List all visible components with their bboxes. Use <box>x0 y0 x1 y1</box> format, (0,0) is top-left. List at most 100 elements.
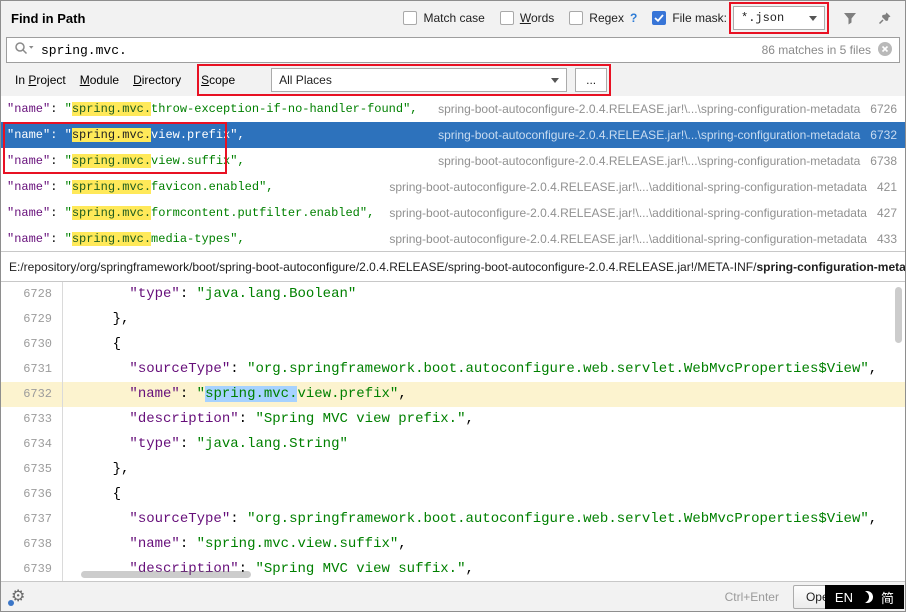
line-number: 6732 <box>1 382 63 407</box>
line-number: 6735 <box>1 457 63 482</box>
code-text: "name": "spring.mvc.view.prefix", <box>79 382 407 407</box>
dialog-header: Find in Path Match case Words Regex ? Fi… <box>1 1 905 35</box>
line-number: 6737 <box>1 507 63 532</box>
page-title: Find in Path <box>11 11 85 26</box>
scope-select[interactable]: All Places <box>271 68 567 92</box>
scope-browse-button[interactable]: ... <box>575 68 607 92</box>
result-location: spring-boot-autoconfigure-2.0.4.RELEASE.… <box>389 180 897 194</box>
result-file-path: spring-boot-autoconfigure-2.0.4.RELEASE.… <box>389 206 867 220</box>
code-text: { <box>79 482 121 507</box>
line-number: 6728 <box>1 282 63 307</box>
result-match-text: "name": "spring.mvc.favicon.enabled", <box>7 180 273 194</box>
pin-icon[interactable] <box>875 8 895 28</box>
result-file-path: spring-boot-autoconfigure-2.0.4.RELEASE.… <box>438 128 860 142</box>
code-text: }, <box>79 457 129 482</box>
scope-in-project[interactable]: In Project <box>15 73 66 87</box>
find-in-path-dialog: Find in Path Match case Words Regex ? Fi… <box>0 0 906 612</box>
match-case-option[interactable]: Match case <box>403 11 484 25</box>
filter-icon[interactable] <box>840 8 860 28</box>
result-row[interactable]: "name": "spring.mvc.throw-exception-if-n… <box>1 96 905 122</box>
editor-line: 6737 "sourceType": "org.springframework.… <box>1 507 905 532</box>
result-location: spring-boot-autoconfigure-2.0.4.RELEASE.… <box>389 206 897 220</box>
words-option[interactable]: Words <box>500 11 554 25</box>
line-number: 6738 <box>1 532 63 557</box>
code-text: "sourceType": "org.springframework.boot.… <box>79 507 877 532</box>
editor-line: 6738 "name": "spring.mvc.view.suffix", <box>1 532 905 557</box>
scope-module[interactable]: Module <box>80 73 119 87</box>
clear-search-icon[interactable] <box>878 42 892 59</box>
file-mask-value: *.json <box>741 11 802 25</box>
code-text: "description": "Spring MVC view prefix."… <box>79 407 474 432</box>
result-line-number: 6732 <box>870 128 897 142</box>
editor-line: 6736 { <box>1 482 905 507</box>
open-shortcut-hint: Ctrl+Enter <box>725 590 779 604</box>
line-number: 6731 <box>1 357 63 382</box>
result-line-number: 6738 <box>870 154 897 168</box>
file-mask-select[interactable]: *.json <box>733 6 825 30</box>
editor-vertical-scrollbar[interactable] <box>895 287 902 343</box>
search-query: spring.mvc. <box>41 43 127 58</box>
code-text: "type": "java.lang.Boolean" <box>79 282 356 307</box>
editor-lines: 6728 "type": "java.lang.Boolean"6729 },6… <box>1 282 905 581</box>
file-path-bold: spring-configuration-metadata <box>756 260 905 274</box>
file-path-normal: E:/repository/org/springframework/boot/s… <box>9 260 756 274</box>
line-number: 6729 <box>1 307 63 332</box>
result-row[interactable]: "name": "spring.mvc.view.prefix",spring-… <box>1 122 905 148</box>
regex-help-link[interactable]: ? <box>630 11 637 25</box>
settings-gear-icon[interactable]: ⚙ <box>11 589 25 605</box>
result-line-number: 6726 <box>870 102 897 116</box>
regex-checkbox[interactable] <box>569 11 583 25</box>
editor-line: 6734 "type": "java.lang.String" <box>1 432 905 457</box>
preview-file-path: E:/repository/org/springframework/boot/s… <box>1 252 905 282</box>
line-number: 6739 <box>1 557 63 581</box>
result-location: spring-boot-autoconfigure-2.0.4.RELEASE.… <box>438 102 897 116</box>
line-number: 6734 <box>1 432 63 457</box>
editor-line: 6732 "name": "spring.mvc.view.prefix", <box>1 382 905 407</box>
scope-bar: In Project Module Directory Scope All Pl… <box>1 64 905 96</box>
editor-horizontal-scrollbar[interactable] <box>81 571 251 578</box>
scope-annotation-box: Scope All Places ... <box>201 68 607 92</box>
file-mask-annotation-box: *.json <box>733 6 825 30</box>
editor-line: 6731 "sourceType": "org.springframework.… <box>1 357 905 382</box>
file-mask-label[interactable]: File mask: <box>672 11 727 25</box>
line-number: 6736 <box>1 482 63 507</box>
scope-value: All Places <box>279 73 544 87</box>
editor-line: 6728 "type": "java.lang.Boolean" <box>1 282 905 307</box>
result-file-path: spring-boot-autoconfigure-2.0.4.RELEASE.… <box>389 180 867 194</box>
results-list: "name": "spring.mvc.throw-exception-if-n… <box>1 96 905 252</box>
result-row[interactable]: "name": "spring.mvc.favicon.enabled", spr… <box>1 174 905 200</box>
result-location: spring-boot-autoconfigure-2.0.4.RELEASE.… <box>389 232 897 246</box>
words-label: Words <box>520 11 554 25</box>
dialog-footer: ⚙ Ctrl+Enter Open in Fin <box>1 581 905 611</box>
editor-line: 6733 "description": "Spring MVC view pre… <box>1 407 905 432</box>
editor-line: 6735 }, <box>1 457 905 482</box>
result-line-number: 427 <box>877 206 897 220</box>
editor[interactable]: 6728 "type": "java.lang.Boolean"6729 },6… <box>1 282 905 581</box>
search-icon[interactable] <box>14 41 34 59</box>
code-text: "name": "spring.mvc.view.suffix", <box>79 532 407 557</box>
result-row[interactable]: "name": "spring.mvc.view.suffix",spring-… <box>1 148 905 174</box>
result-row[interactable]: "name": "spring.mvc.media-types",spring-… <box>1 226 905 252</box>
line-number: 6730 <box>1 332 63 357</box>
line-number: 6733 <box>1 407 63 432</box>
result-row[interactable]: "name": "spring.mvc.formcontent.putfilte… <box>1 200 905 226</box>
result-match-text: "name": "spring.mvc.view.suffix", <box>7 154 245 168</box>
match-case-label: Match case <box>423 11 484 25</box>
regex-label: Regex <box>589 11 624 25</box>
search-input[interactable]: spring.mvc. 86 matches in 5 files <box>6 37 900 63</box>
editor-line: 6729 }, <box>1 307 905 332</box>
ime-indicator[interactable]: EN 简 <box>825 585 904 609</box>
file-mask-option: File mask: *.json <box>652 6 825 30</box>
file-mask-checkbox[interactable] <box>652 11 666 25</box>
ime-moon-icon <box>861 591 873 603</box>
regex-option[interactable]: Regex ? <box>569 11 637 25</box>
result-line-number: 421 <box>877 180 897 194</box>
result-match-text: "name": "spring.mvc.formcontent.putfilte… <box>7 206 374 220</box>
match-count: 86 matches in 5 files <box>762 43 871 57</box>
words-checkbox[interactable] <box>500 11 514 25</box>
match-case-checkbox[interactable] <box>403 11 417 25</box>
scope-directory[interactable]: Directory <box>133 73 181 87</box>
scope-scope[interactable]: Scope <box>201 73 235 87</box>
result-match-text: "name": "spring.mvc.throw-exception-if-n… <box>7 102 418 116</box>
code-text: "type": "java.lang.String" <box>79 432 348 457</box>
